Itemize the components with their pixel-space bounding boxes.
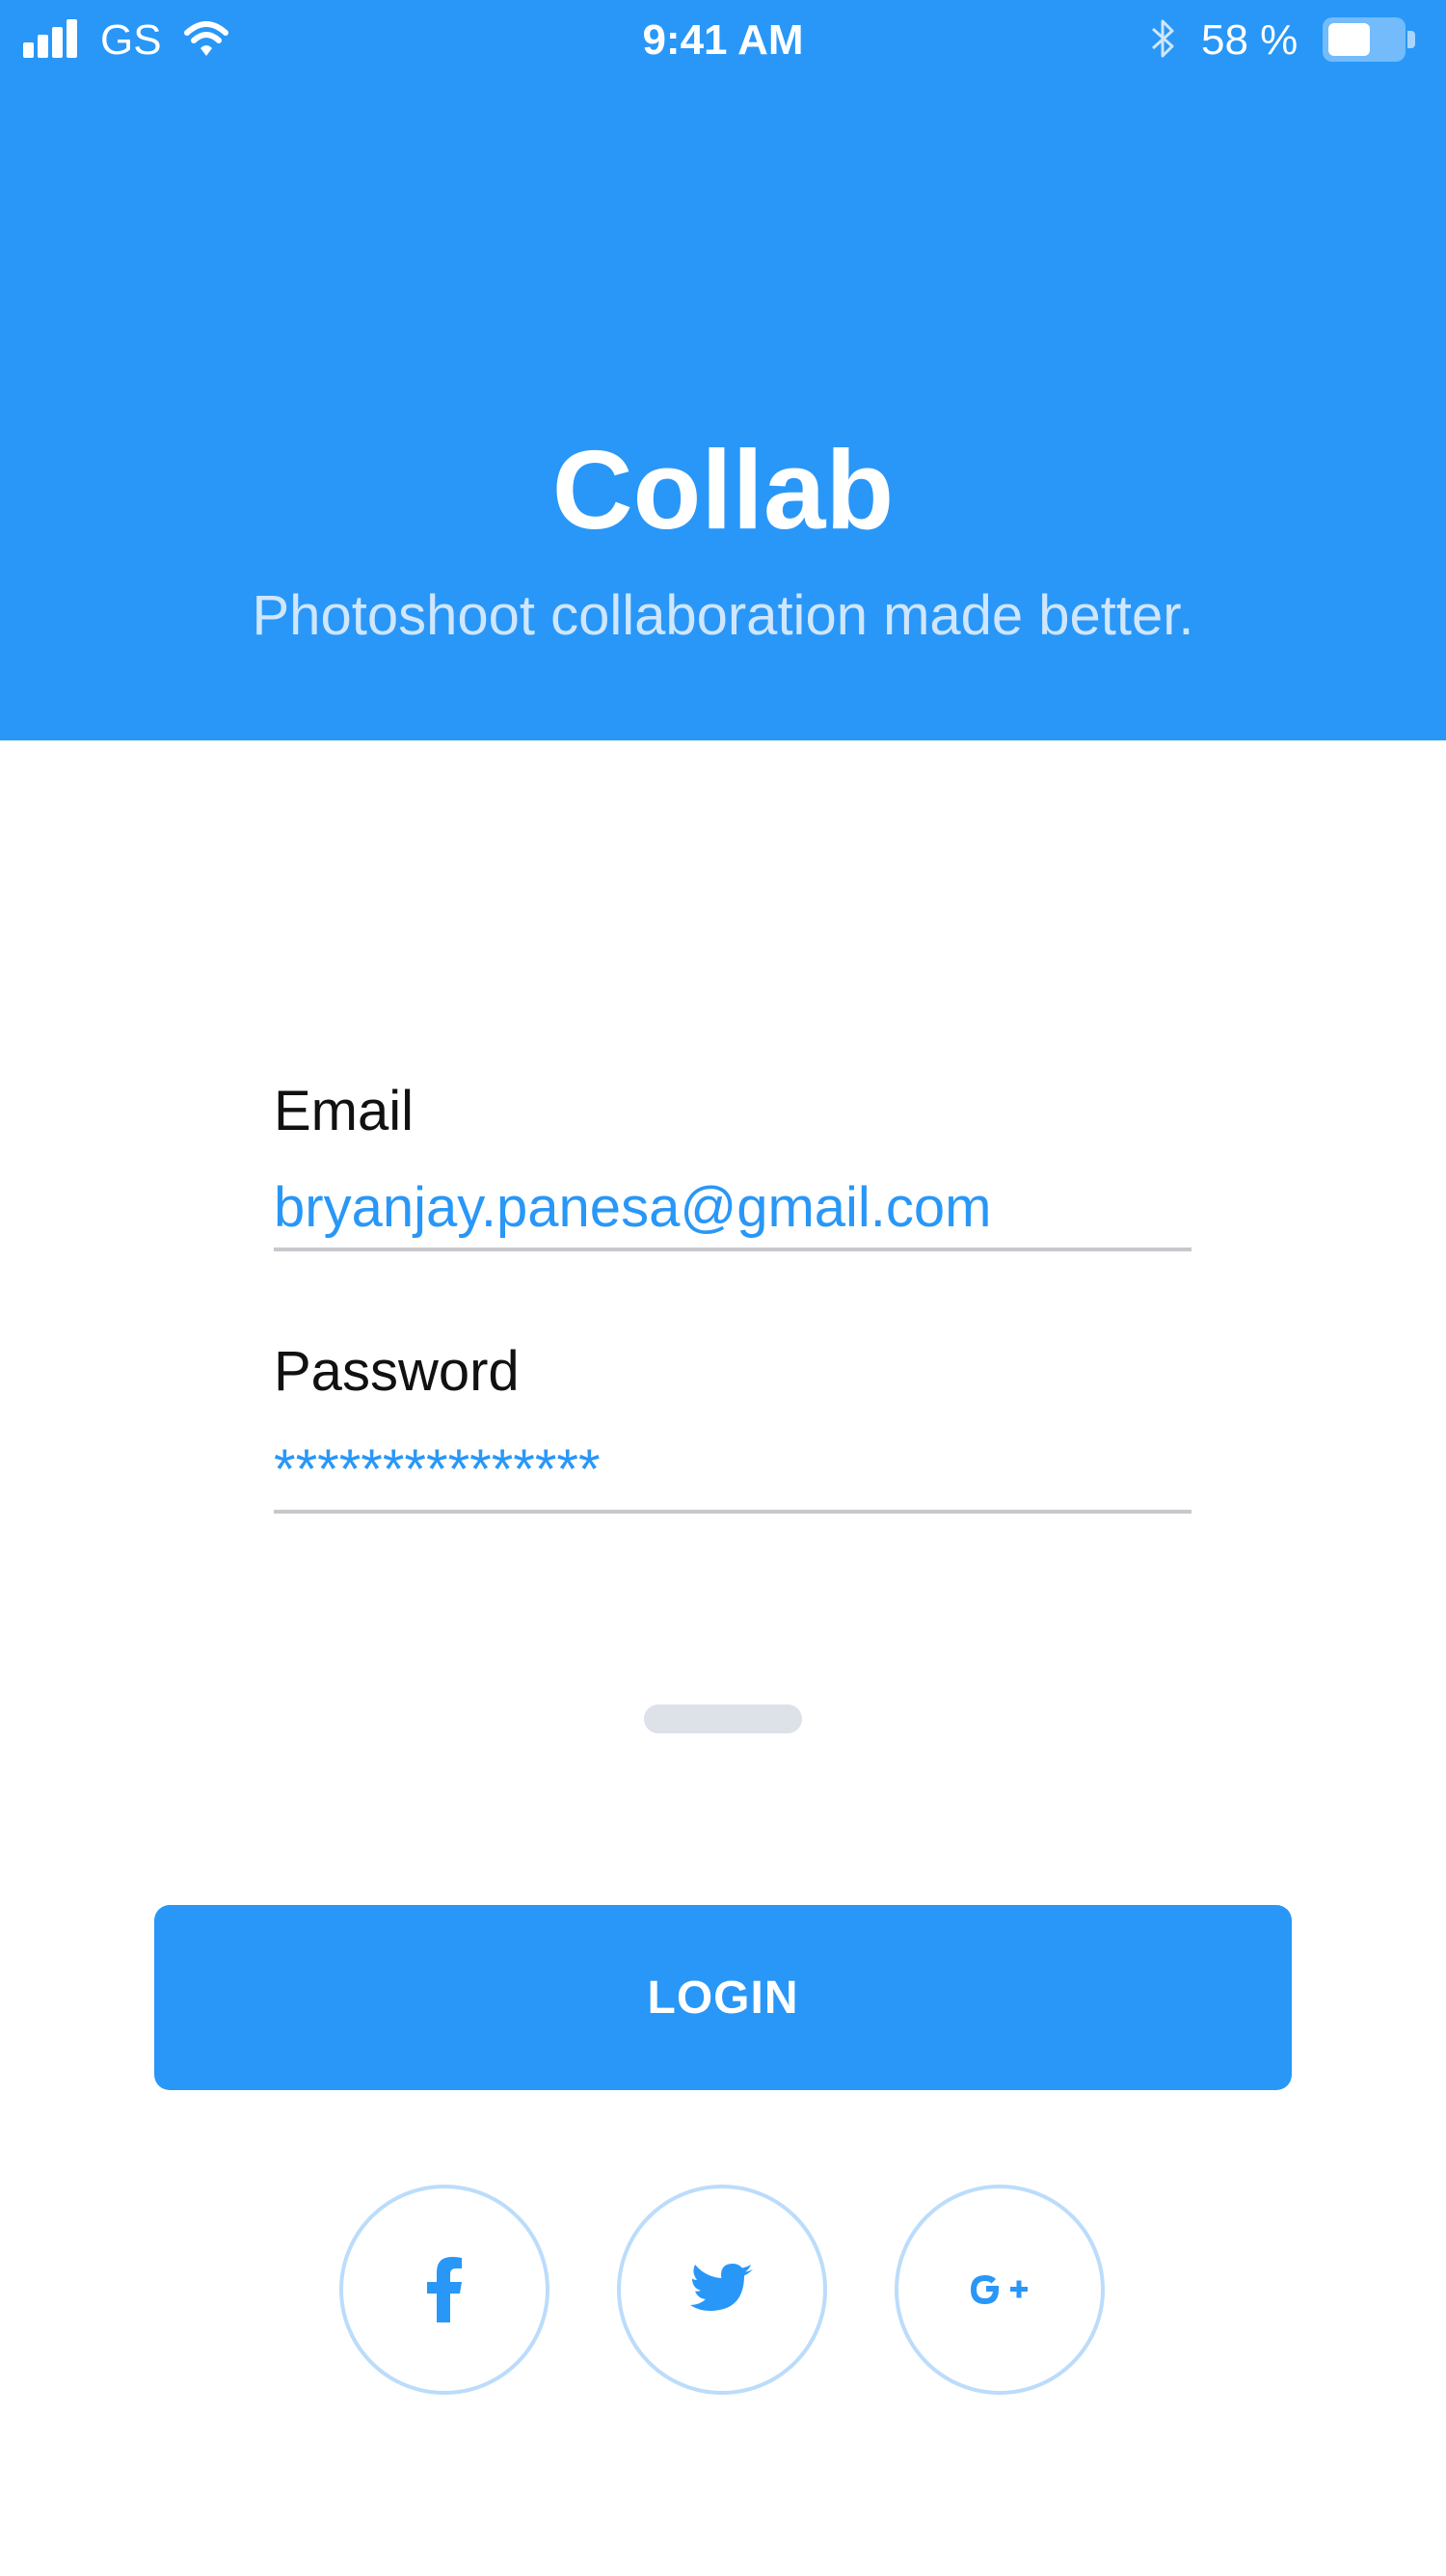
- google-plus-icon: [966, 2268, 1033, 2311]
- google-plus-login-button[interactable]: [895, 2185, 1105, 2395]
- facebook-icon: [425, 2257, 464, 2322]
- facebook-login-button[interactable]: [339, 2185, 549, 2395]
- header-banner: GS 9:41 AM 58 % Collab Photoshoot collab…: [0, 0, 1446, 740]
- app-title: Collab: [551, 427, 895, 552]
- battery-tip: [1407, 31, 1415, 48]
- battery-body: [1323, 17, 1406, 62]
- password-label: Password: [274, 1340, 520, 1403]
- status-bar: GS 9:41 AM 58 %: [0, 0, 1446, 81]
- bluetooth-icon: [1147, 15, 1178, 62]
- password-field[interactable]: [274, 1429, 1192, 1514]
- app-subtitle: Photoshoot collaboration made better.: [252, 584, 1194, 647]
- home-indicator: [644, 1704, 802, 1733]
- email-field[interactable]: [274, 1167, 1192, 1251]
- battery-fill: [1328, 23, 1370, 56]
- login-button[interactable]: LOGIN: [154, 1905, 1292, 2090]
- email-label: Email: [274, 1080, 415, 1142]
- twitter-icon: [689, 2263, 755, 2317]
- twitter-login-button[interactable]: [617, 2185, 827, 2395]
- battery-icon: [1323, 17, 1415, 62]
- battery-percent: 58 %: [1201, 16, 1299, 64]
